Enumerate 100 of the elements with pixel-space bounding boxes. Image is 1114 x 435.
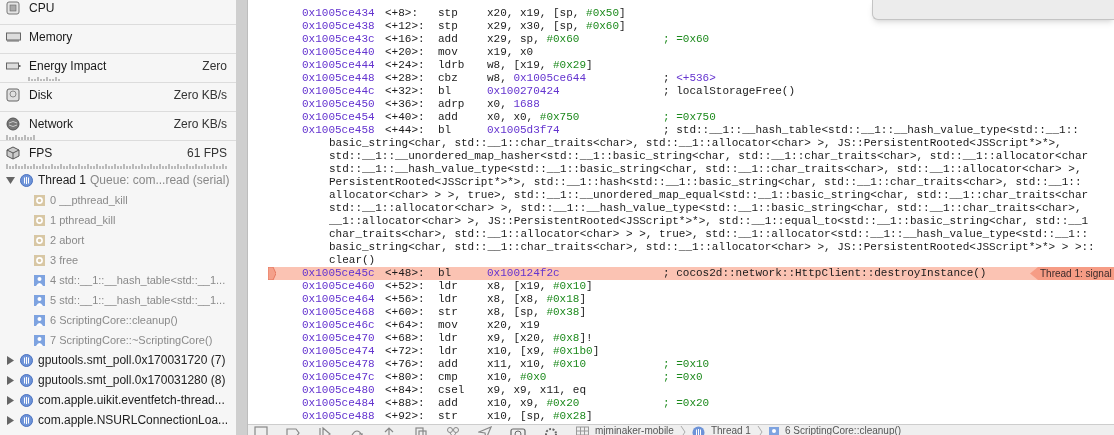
location-icon[interactable] [478,426,492,435]
breakpoint-icon[interactable] [286,426,300,435]
address-text: 0x1005ce488 [302,410,376,423]
activity-graph [6,135,36,140]
mnemonic-text: cbz [438,72,459,85]
thread-name[interactable]: gputools.smt_poll.0x170031720 (7) [38,351,226,369]
address-text: 0x1005ce470 [302,332,376,345]
offset-text: <+64>: [385,319,426,332]
address-text: 0x1005ce44c [302,85,376,98]
comment-text: __1::allocator<char> >, JS::PersistentRooted<JSScript*>*>, std::__1::equal_to<std::__1::basic_string<char, std::__1 [329,215,1089,227]
offset-text: <+32>: [385,85,426,98]
comment-text: ; =0x60 [663,33,710,46]
breadcrumb-item[interactable]: Thread 1 [710,426,751,435]
person-icon [34,294,45,306]
operands-text: x20, x19 [487,319,541,332]
thread-icon [20,393,33,407]
operands-text: x20, x19, [sp, #0x50] [487,7,627,20]
mnemonic-text: mov [438,319,459,332]
chip-icon [6,1,21,15]
disclosure-triangle-icon[interactable] [6,375,15,385]
address-text: 0x1005ce468 [302,306,376,319]
address-text: 0x1005ce478 [302,358,376,371]
operands-text: x11, x10, #0x10 [487,358,588,371]
comment-text: std::__1::allocator<char> >, std::__1::__hash_value_type<std::__1::basic_string<char, std::__1::char_traits<char>, [329,202,1082,214]
thread-name[interactable]: com.apple.NSURLConnectionLoa... [38,411,229,429]
panel-icon[interactable] [254,426,268,435]
operands-text: x10, [x9, #0x1b0] [487,345,601,358]
operands-text: x10, #0x0 [487,371,548,384]
disclosure-triangle-icon[interactable] [6,355,15,365]
gauge-label[interactable]: CPU [29,0,55,17]
disclosure-triangle-icon[interactable] [6,395,15,405]
mnemonic-text: ldr [438,293,459,306]
operands-text: w8, 0x1005ce644 [487,72,588,85]
comment-text: ; =0x750 [663,111,716,124]
memory-module-icon [6,30,21,44]
gauge-label[interactable]: Disk [29,86,53,104]
comment-text: std::__1::__hash_value_type<std::__1::basic_string<char, std::__1::char_traits<char>, std::__1::allocator<char> >, [329,163,1082,175]
mnemonic-text: add [438,33,459,46]
gauge-label[interactable]: Network [29,115,73,133]
memory-graph-icon[interactable] [446,426,460,435]
mnemonic-text: str [438,410,459,423]
operands-text: x10, [sp, #0x28] [487,410,594,423]
mnemonic-text: stp [438,7,459,20]
thread-icon [20,413,33,427]
gauge-label[interactable]: Memory [29,28,73,46]
disclosure-triangle-icon[interactable] [6,415,15,425]
gauge-value: Zero KB/s [173,116,228,133]
battery-icon [6,59,21,73]
mnemonic-text: mov [438,46,459,59]
operands-text: x8, [x8, #0x18] [487,293,588,306]
offset-text: <+60>: [385,306,426,319]
globe-icon [6,117,21,131]
operands-text: 0x100270424 [487,85,561,98]
thread-name[interactable]: com.apple.uikit.eventfetch-thread... [38,391,225,409]
thread-icon [691,426,705,435]
offset-text: <+8>: [385,7,419,20]
mnemonic-text: bl [438,267,453,280]
operands-text: x8, [x19, #0x10] [487,280,594,293]
gauge-label[interactable]: Energy Impact [29,57,107,75]
gauge-value: 61 FPS [186,145,228,162]
address-text: 0x1005ce45c [302,267,376,280]
thread-name[interactable]: Thread 1 [38,171,87,189]
gauge-value: Zero [202,58,228,75]
operands-text: 0x100124f2c [487,267,561,280]
continue-icon[interactable] [318,426,332,435]
disclosure-triangle-icon[interactable] [6,175,15,185]
address-text: 0x1005ce480 [302,384,376,397]
mnemonic-text: cmp [438,371,459,384]
step-out-icon[interactable] [382,426,396,435]
operands-text: x0, x0, #0x750 [487,111,581,124]
gauge-label[interactable]: FPS [29,144,53,162]
view-hierarchy-icon[interactable] [414,426,428,435]
address-text: 0x1005ce460 [302,280,376,293]
offset-text: <+56>: [385,293,426,306]
comment-text: basic_string<char, std::__1::char_traits<char>, std::__1::allocator<char> >, JS::PersistentRooted<JSScript*>*>, [329,137,1062,149]
mnemonic-text: ldr [438,332,459,345]
comment-text: ; localStorageFree() [663,85,796,98]
offset-text: <+72>: [385,345,426,358]
mnemonic-text: add [438,358,459,371]
address-text: 0x1005ce464 [302,293,376,306]
camera-icon[interactable] [510,426,526,435]
person-icon [768,426,779,435]
mnemonic-text: bl [438,85,453,98]
thread-icon [20,373,33,387]
person-icon [34,334,45,346]
comment-text: ; =0x10 [663,358,710,371]
mnemonic-text: add [438,397,459,410]
operands-text: x9, [x20, #0x8]! [487,332,594,345]
comment-text: std::__1::__unordered_map_hasher<std::__1::basic_string<char, std::__1::char_traits<char>, std::__1::allocator<char [329,150,1089,162]
operands-text: x29, sp, #0x60 [487,33,581,46]
offset-text: <+20>: [385,46,426,59]
comment-text: char_traits<char>, std::__1::allocator<char> > >, true>, std::__1::allocator<std::__1::__hash_value_type<std::__1:: [329,228,1089,240]
comment-text: ; cocos2d::network::HttpClient::destroyInstance() [663,267,987,280]
address-text: 0x1005ce484 [302,397,376,410]
offset-text: <+44>: [385,124,426,137]
thread-name[interactable]: gputools.smt_poll.0x170031280 (8) [38,371,226,389]
address-text: 0x1005ce43c [302,33,376,46]
address-text: 0x1005ce454 [302,111,376,124]
mnemonic-text: ldrb [438,59,466,72]
person-icon [34,314,45,326]
